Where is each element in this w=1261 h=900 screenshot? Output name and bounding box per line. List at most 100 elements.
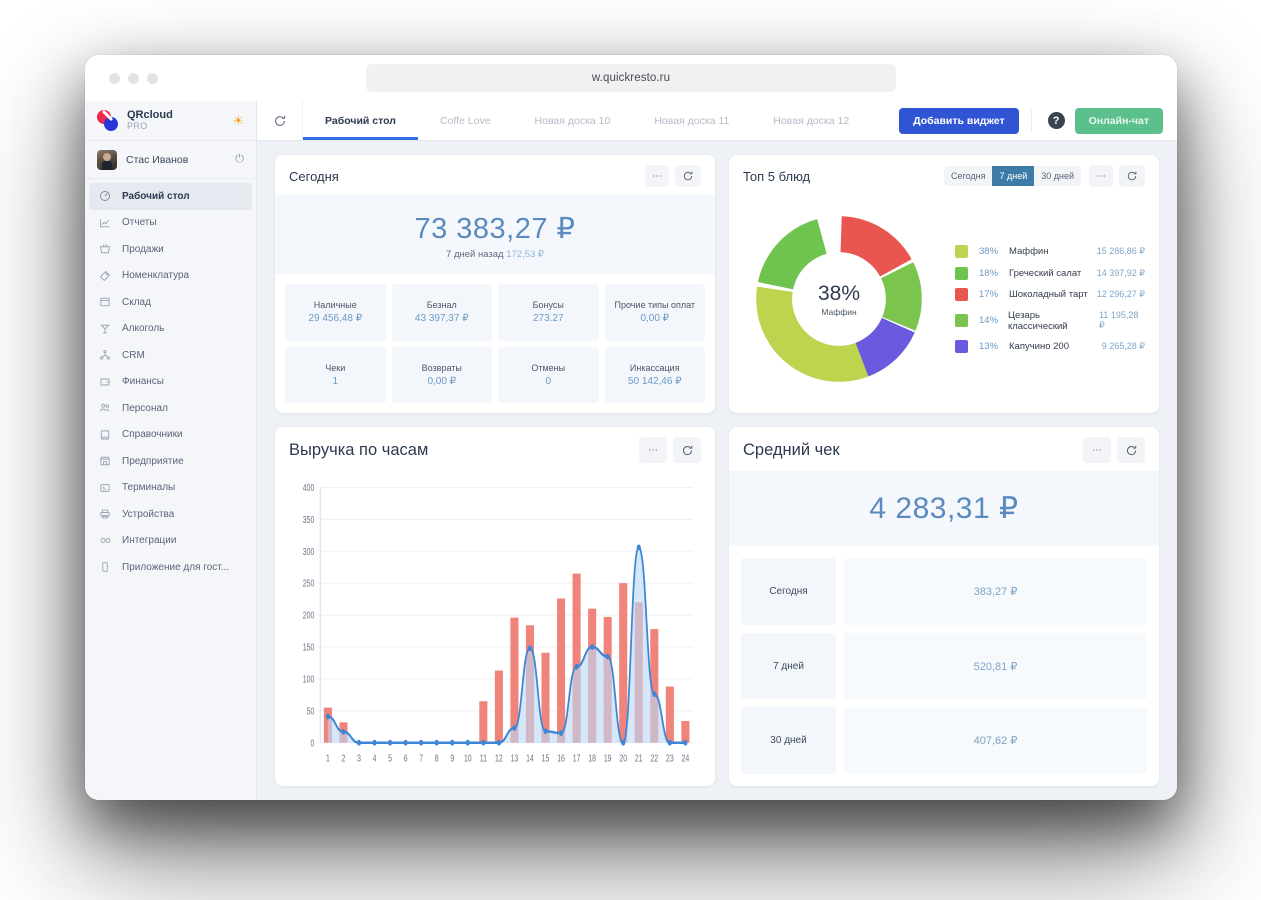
- avg-rows: Сегодня 383,27 ₽ 7 дней 520,81 ₽ 30 дней…: [729, 546, 1159, 786]
- svg-text:0: 0: [310, 737, 314, 749]
- sun-icon[interactable]: ☀: [232, 113, 244, 129]
- svg-text:5: 5: [388, 752, 392, 764]
- user-name: Стас Иванов: [126, 153, 189, 166]
- svg-text:18: 18: [588, 752, 596, 764]
- tile-returns: Возвраты 0,00 ₽: [391, 346, 492, 403]
- sidebar-item-enterprise[interactable]: Предприятие: [85, 448, 256, 475]
- sidebar-item-guest-app[interactable]: Приложение для гост...: [85, 554, 256, 581]
- refresh-icon[interactable]: [673, 437, 701, 463]
- url-text: w.quickresto.ru: [591, 72, 671, 84]
- ellipsis-icon[interactable]: ⋯: [1089, 165, 1113, 187]
- tile-key: Бонусы: [532, 300, 564, 311]
- donut-chart: 38% Маффин: [749, 209, 929, 389]
- legend-name: Греческий салат: [1009, 267, 1082, 279]
- sidebar-item-warehouse[interactable]: Склад: [85, 289, 256, 316]
- tile-value: 0,00 ₽: [640, 313, 670, 325]
- legend-swatch: [955, 245, 968, 258]
- tile-collection: Инкассация 50 142,46 ₽: [604, 346, 705, 403]
- svg-text:100: 100: [303, 673, 315, 685]
- sidebar: QRcloud PRO ☀ Стас Иванов ⏻ Рабочий стол: [85, 101, 257, 800]
- period-selector: Сегодня 7 дней 30 дней: [943, 166, 1081, 186]
- avg-row-value: 383,27 ₽: [844, 558, 1147, 625]
- tile-value: 0,00 ₽: [427, 375, 457, 387]
- avg-row-key: 30 дней: [741, 707, 836, 775]
- top5-header: Топ 5 блюд Сегодня 7 дней 30 дней ⋯: [729, 155, 1159, 195]
- brand-name: QRcloud: [127, 109, 173, 121]
- sidebar-item-finance[interactable]: Финансы: [85, 369, 256, 396]
- legend-row[interactable]: 14% Цезарь классический 11 195,28 ₽: [955, 310, 1145, 332]
- sidebar-item-terminals[interactable]: Терминалы: [85, 475, 256, 502]
- tab-coffe-love[interactable]: Coffe Love: [418, 101, 513, 140]
- divider: [1030, 109, 1032, 132]
- minimize-dot[interactable]: [128, 72, 139, 84]
- legend-value: 11 195,28 ₽: [1099, 310, 1139, 330]
- ellipsis-icon[interactable]: ⋯: [645, 165, 669, 187]
- legend-swatch: [955, 340, 968, 353]
- refresh-icon[interactable]: [1119, 165, 1145, 187]
- sidebar-item-label: Персонал: [122, 402, 168, 414]
- legend-name: Маффин: [1009, 246, 1049, 257]
- maximize-dot[interactable]: [147, 72, 158, 84]
- sidebar-item-nomenclature[interactable]: Номенклатура: [85, 263, 256, 290]
- refresh-icon[interactable]: [257, 101, 303, 140]
- brand-block[interactable]: QRcloud PRO ☀: [85, 101, 256, 141]
- legend-percent: 38%: [979, 246, 999, 257]
- online-chat-button[interactable]: Онлайн-чат: [1074, 107, 1163, 134]
- sidebar-item-label: Отчеты: [122, 217, 157, 229]
- svg-text:150: 150: [303, 641, 315, 653]
- tab-label: Рабочий стол: [325, 114, 396, 127]
- tile-key: Безнал: [426, 300, 457, 311]
- app-root: QRcloud PRO ☀ Стас Иванов ⏻ Рабочий стол: [85, 101, 1177, 800]
- sidebar-item-alcohol[interactable]: Алкоголь: [85, 316, 256, 343]
- sidebar-item-crm[interactable]: CRM: [85, 342, 256, 369]
- sidebar-item-integrations[interactable]: Интеграции: [85, 528, 256, 555]
- avg-row-value: 520,81 ₽: [844, 632, 1147, 700]
- refresh-icon[interactable]: [1117, 437, 1145, 463]
- tab-board-11[interactable]: Новая доска 11: [632, 101, 751, 140]
- legend-row[interactable]: 13% Капучино 200 9 265,28 ₽: [955, 340, 1145, 353]
- compare-label: 7 дней назад: [446, 249, 504, 260]
- avg-row-30days: 30 дней 407,62 ₽: [741, 707, 1147, 775]
- add-widget-button[interactable]: Добавить виджет: [899, 107, 1019, 134]
- help-icon[interactable]: ?: [1047, 112, 1065, 129]
- sidebar-item-reports[interactable]: Отчеты: [85, 210, 256, 237]
- today-header: Сегодня ⋯: [275, 155, 715, 195]
- legend-row[interactable]: 17% Шоколадный тарт 12 296,27 ₽: [955, 288, 1145, 301]
- sidebar-item-directories[interactable]: Справочники: [85, 422, 256, 449]
- sidebar-item-sales[interactable]: Продажи: [85, 236, 256, 263]
- user-block[interactable]: Стас Иванов ⏻: [85, 141, 256, 179]
- refresh-icon[interactable]: [675, 165, 701, 187]
- legend-row[interactable]: 18% Греческий салат 14 397,92 ₽: [955, 266, 1145, 280]
- power-icon[interactable]: ⏻: [235, 153, 244, 166]
- address-bar[interactable]: w.quickresto.ru: [366, 64, 896, 92]
- period-30days[interactable]: 30 дней: [1034, 166, 1081, 186]
- today-compare: 7 дней назад 172,53 ₽: [275, 249, 715, 260]
- avg-row-today: Сегодня 383,27 ₽: [741, 558, 1147, 625]
- svg-text:200: 200: [303, 609, 315, 621]
- legend-row[interactable]: 38% Маффин 15 286,86 ₽: [955, 245, 1145, 258]
- sidebar-item-dashboard[interactable]: Рабочий стол: [89, 183, 252, 210]
- ellipsis-icon[interactable]: ⋯: [639, 437, 667, 463]
- compare-value: 172,53 ₽: [506, 249, 544, 260]
- tile-other-payments: Прочие типы оплат 0,00 ₽: [604, 284, 705, 341]
- tile-cancels: Отмены 0: [498, 346, 599, 403]
- sidebar-item-label: CRM: [122, 349, 145, 361]
- tab-label: Новая доска 10: [534, 114, 611, 127]
- window-controls[interactable]: [109, 72, 158, 84]
- ellipsis-icon[interactable]: ⋯: [1083, 437, 1111, 463]
- tab-board-12[interactable]: Новая доска 12: [751, 101, 871, 140]
- close-dot[interactable]: [109, 72, 120, 84]
- period-today[interactable]: Сегодня: [943, 166, 993, 186]
- svg-text:4: 4: [373, 752, 377, 764]
- sidebar-item-devices[interactable]: Устройства: [85, 501, 256, 528]
- sidebar-item-staff[interactable]: Персонал: [85, 395, 256, 422]
- period-7days[interactable]: 7 дней: [992, 166, 1035, 186]
- svg-text:20: 20: [619, 752, 627, 764]
- svg-text:300: 300: [303, 546, 315, 558]
- today-tiles: Наличные 29 456,48 ₽ Безнал 43 397,37 ₽ …: [275, 274, 715, 413]
- revenue-title: Выручка по часам: [289, 440, 429, 459]
- top5-title: Топ 5 блюд: [743, 168, 811, 184]
- tile-key: Чеки: [325, 362, 346, 373]
- tab-board-10[interactable]: Новая доска 10: [513, 101, 633, 140]
- tab-dashboard[interactable]: Рабочий стол: [303, 101, 418, 140]
